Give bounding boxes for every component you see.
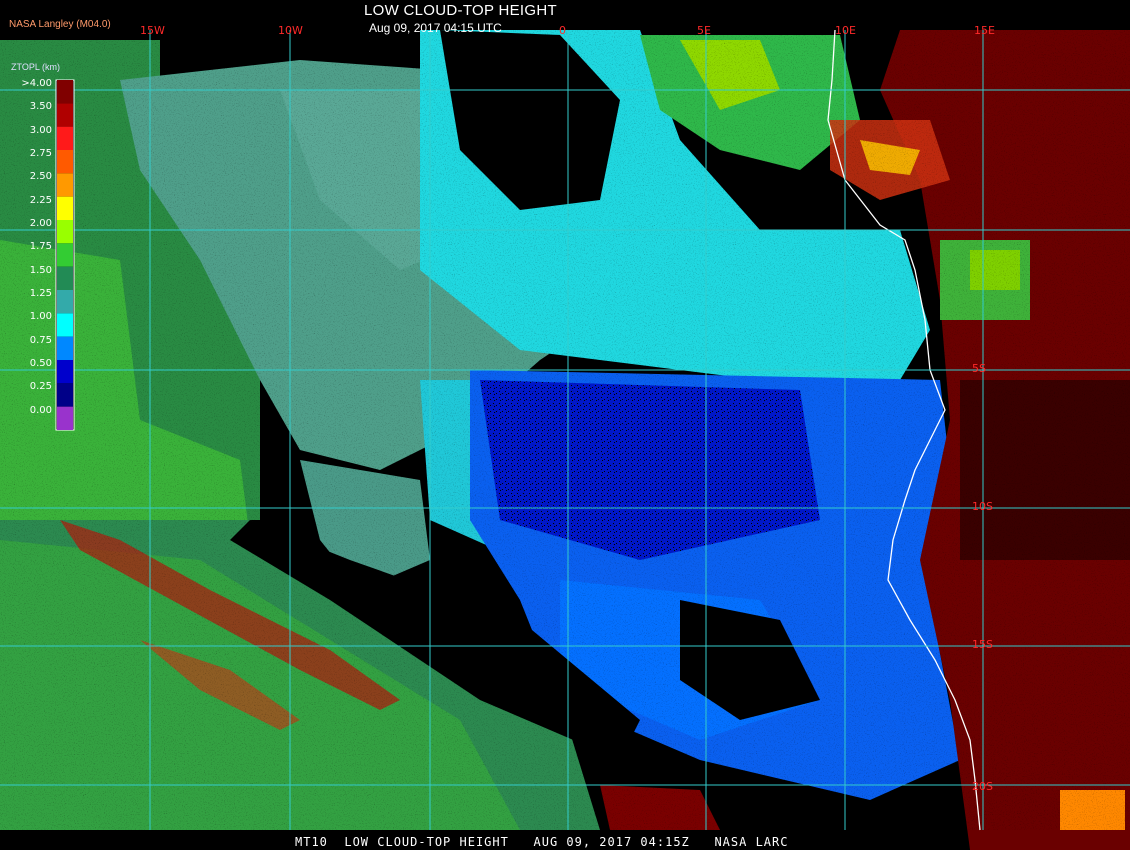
timestamp: Aug 09, 2017 04:15 UTC <box>369 21 502 35</box>
satellite-map <box>0 0 1130 850</box>
lat-label: 5S <box>972 362 986 375</box>
chart-title: LOW CLOUD-TOP HEIGHT <box>364 2 557 19</box>
legend-swatch <box>57 336 73 360</box>
lon-label: 5E <box>697 24 711 37</box>
legend-tick-label: 0.75 <box>29 334 52 346</box>
lon-label: 0 <box>559 24 566 37</box>
legend-tick-label: 3.00 <box>29 124 52 136</box>
legend-swatch <box>57 313 73 337</box>
legend-tick-label: 2.75 <box>29 148 52 159</box>
legend-swatch <box>57 173 73 197</box>
legend-tick-label: 1.25 <box>29 288 52 299</box>
lat-label: 20S <box>972 780 993 793</box>
cloud-field <box>0 30 1130 850</box>
legend-swatch <box>57 150 73 174</box>
legend-tick-label: 3.50 <box>29 101 52 113</box>
legend-swatch <box>57 243 73 267</box>
legend-tick-label: 2.50 <box>29 171 52 183</box>
legend-tick-label: 1.75 <box>29 241 52 253</box>
producer-label: NASA Langley (M04.0) <box>9 19 111 30</box>
lat-label: 10S <box>972 500 993 513</box>
lon-label: 10E <box>835 24 856 37</box>
lon-label: 10W <box>278 24 303 37</box>
legend-swatch <box>57 126 73 150</box>
legend-tick-label: >4.00 <box>21 78 52 89</box>
lat-label: 15S <box>972 638 993 651</box>
legend-swatch <box>57 360 73 384</box>
legend-swatch <box>57 80 73 104</box>
legend-ticks: >4.00 3.50 3.00 2.75 2.50 2.25 2.00 1.75 1.50 1.2… <box>6 72 56 432</box>
lon-label: 15W <box>140 24 165 37</box>
legend-tick-label: 0.25 <box>29 381 52 393</box>
colorbar <box>55 79 75 431</box>
legend-tick-label: 0.00 <box>29 404 52 416</box>
legend-swatch <box>57 290 73 314</box>
legend-swatch <box>57 103 73 127</box>
lon-label: 15E <box>974 24 995 37</box>
legend-tick-label: 1.00 <box>29 311 52 323</box>
legend-swatch <box>57 406 73 430</box>
legend-swatch <box>57 220 73 244</box>
legend-tick-label: 0.50 <box>29 358 52 369</box>
legend-swatch <box>57 383 73 407</box>
legend-tick-label: 2.00 <box>29 218 52 229</box>
footer-caption: MT10 LOW CLOUD-TOP HEIGHT AUG 09, 2017 0… <box>295 835 789 849</box>
legend-swatch <box>57 266 73 290</box>
legend-unit-label: ZTOPL (km) <box>11 62 60 72</box>
legend-tick-label: 1.50 <box>29 264 52 276</box>
legend-tick-label: 2.25 <box>29 194 52 206</box>
legend-swatch <box>57 196 73 220</box>
